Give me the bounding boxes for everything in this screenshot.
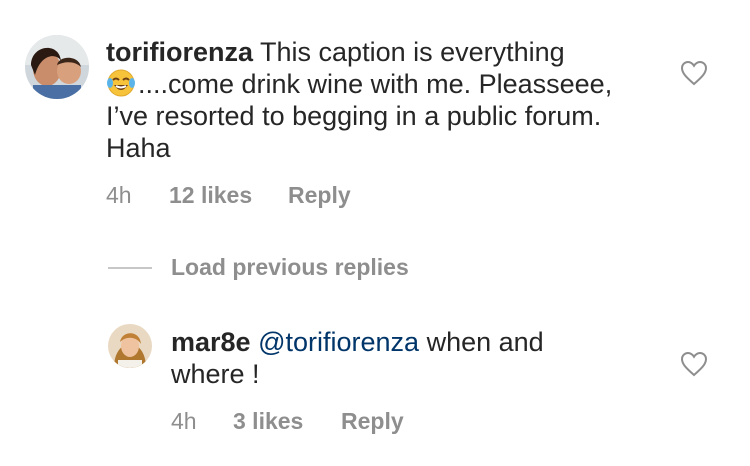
load-previous-replies-button[interactable]: Load previous replies (171, 254, 409, 281)
avatar[interactable] (25, 35, 89, 99)
heart-outline-icon[interactable] (680, 60, 708, 86)
likes-count-button[interactable]: 12 likes (169, 182, 252, 209)
replies-divider (108, 267, 152, 269)
reply-button[interactable]: Reply (288, 182, 351, 209)
comment-time: 4h (106, 182, 132, 208)
comment-body-line1: This caption is everything (253, 37, 565, 67)
avatar[interactable] (108, 324, 152, 368)
likes-count-button[interactable]: 3 likes (233, 408, 303, 435)
comment-text: mar8e @torifiorenza when and where ! (171, 326, 621, 390)
comment-username[interactable]: torifiorenza (106, 37, 253, 67)
comment-time: 4h (171, 408, 197, 434)
face-with-tears-of-joy-icon (106, 68, 136, 98)
comment-username[interactable]: mar8e (171, 327, 251, 357)
reply-button[interactable]: Reply (341, 408, 404, 435)
mention-link[interactable]: @torifiorenza (258, 327, 419, 357)
comment-body-rest: ....come drink wine with me. Pleasseee, … (106, 69, 613, 163)
heart-outline-icon[interactable] (680, 351, 708, 377)
comment-text: torifiorenza This caption is everything … (106, 36, 646, 164)
